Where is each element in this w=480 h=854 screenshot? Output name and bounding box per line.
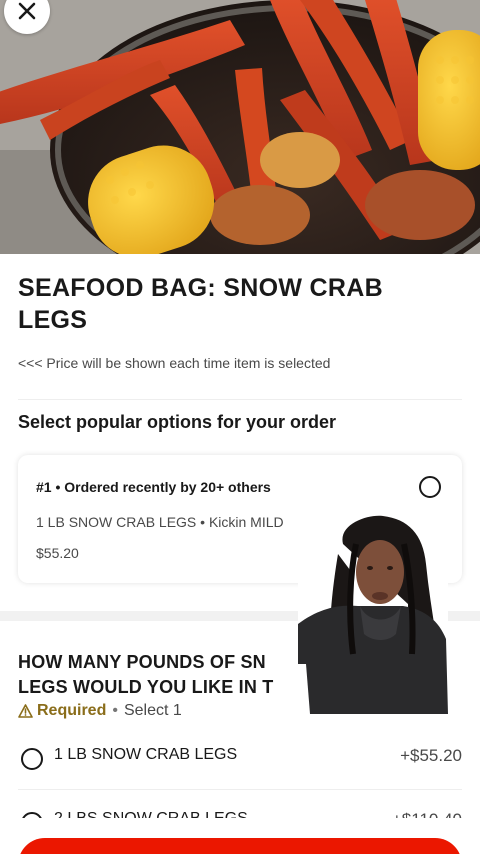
popular-option-subtitle: 1 LB SNOW CRAB LEGS • Kickin MILD: [36, 514, 284, 530]
seafood-photo: [0, 0, 480, 254]
popular-options-heading: Select popular options for your order: [18, 412, 337, 432]
required-label: Required: [37, 702, 107, 719]
item-title: SEAFOOD BAG: SNOW CRAB LEGS: [18, 274, 383, 334]
required-indicator: Required • Select 1: [18, 702, 182, 720]
radio-empty-icon[interactable]: [21, 748, 43, 770]
pounds-question-line2: LEGS WOULD YOU LIKE IN T: [18, 677, 274, 697]
video-overlay: [298, 514, 448, 714]
option-label: 1 LB SNOW CRAB LEGS: [54, 746, 238, 763]
radio-empty-icon[interactable]: [419, 476, 441, 498]
option-row-1lb[interactable]: 1 LB SNOW CRAB LEGS +$55.20: [0, 732, 480, 782]
close-icon: [18, 2, 36, 20]
hero-food-image: [0, 0, 480, 254]
select-count: Select 1: [123, 702, 182, 719]
person-video-frame: [298, 514, 448, 714]
divider: [18, 789, 462, 790]
popular-option-price: $55.20: [36, 545, 79, 561]
pounds-question-line1: HOW MANY POUNDS OF SN: [18, 652, 266, 672]
add-to-cart-button[interactable]: [18, 838, 462, 854]
price-note: <<< Price will be shown each time item i…: [18, 355, 331, 371]
divider: [18, 399, 462, 400]
separator-dot: •: [112, 702, 118, 719]
option-price: +$55.20: [400, 746, 462, 765]
warning-triangle-icon: [18, 704, 33, 718]
popular-option-title: #1 • Ordered recently by 20+ others: [36, 479, 271, 495]
